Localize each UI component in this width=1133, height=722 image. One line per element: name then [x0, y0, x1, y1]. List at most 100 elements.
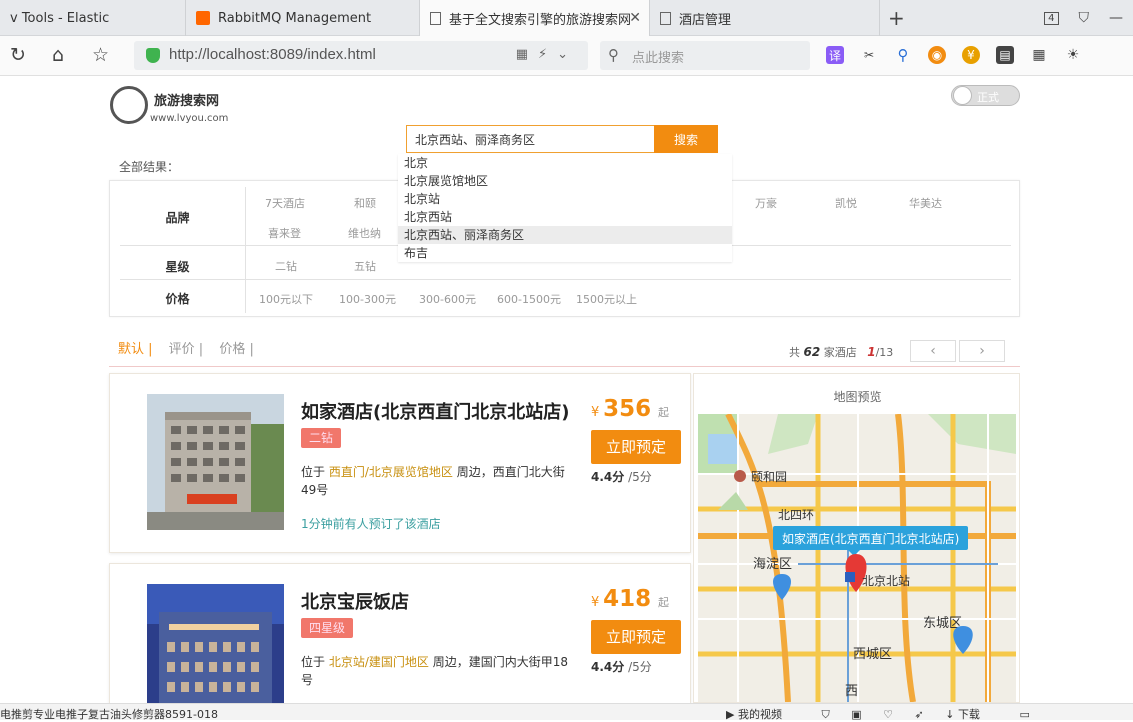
prev-page-button[interactable]: ‹ [910, 340, 956, 362]
window-icon[interactable]: ▭ [1019, 708, 1029, 721]
my-video-label: 我的视频 [737, 708, 782, 721]
new-tab-icon[interactable]: + [888, 6, 905, 30]
reload-icon[interactable]: ↻ [10, 44, 26, 66]
star-icon[interactable]: ☆ [92, 44, 109, 66]
tab-elastic[interactable]: v Tools - Elastic [0, 0, 186, 36]
star-option[interactable]: 二钻 [275, 258, 297, 274]
map-label-beijingbei: 北京北站 [862, 574, 910, 588]
hotel-name[interactable]: 北京宝辰饭店 [301, 588, 409, 614]
sort-default[interactable]: 默认 | [118, 342, 153, 357]
translate-icon[interactable]: 译 [826, 46, 844, 64]
star-badge: 二钻 [301, 428, 342, 448]
next-page-button[interactable]: › [959, 340, 1005, 362]
price-option[interactable]: 300-600元 [419, 291, 476, 307]
page-total: /13 [875, 346, 894, 359]
gamepad-icon[interactable]: ◉ [928, 46, 946, 64]
price-option[interactable]: 600-1500元 [497, 291, 561, 307]
hotel-search-input[interactable] [407, 126, 647, 152]
brand-option[interactable]: 和颐 [354, 195, 376, 211]
logo-mark-icon [110, 86, 148, 124]
suggestion-item[interactable]: 北京展览馆地区 [398, 172, 732, 190]
hotel-rating: 4.4分 /5分 [591, 468, 652, 485]
suggestion-item[interactable]: 北京西站 [398, 208, 732, 226]
brand-option[interactable]: 维也纳 [348, 225, 381, 241]
image-icon[interactable]: ▣ [851, 708, 861, 721]
hotel-name[interactable]: 如家酒店(北京西直门北京北站店) [301, 398, 569, 424]
rating-score: 4.4分 [591, 660, 625, 674]
price-option[interactable]: 100-300元 [339, 291, 396, 307]
brand-option[interactable]: 7天酒店 [265, 195, 305, 211]
hotel-photo[interactable] [147, 394, 284, 530]
total-prefix: 共 [789, 346, 800, 359]
toggle-knob [953, 86, 972, 105]
brand-option[interactable]: 凯悦 [835, 195, 857, 211]
price-option[interactable]: 100元以下 [259, 291, 313, 307]
browser-search-box[interactable]: ⚲ 点此搜索 [600, 41, 810, 70]
close-tab-icon[interactable]: ✕ [629, 10, 641, 26]
map-title: 地图预览 [833, 390, 882, 404]
page-icon [660, 11, 671, 25]
brand-option[interactable]: 万豪 [755, 195, 777, 211]
tab-count-icon[interactable]: 4 [1044, 11, 1059, 25]
coin-icon[interactable]: ¥ [962, 46, 980, 64]
hotel-photo[interactable] [147, 584, 284, 709]
recent-booking-note: 1分钟前有人预订了该酒店 [301, 517, 441, 531]
reader-icon[interactable]: ▤ [996, 46, 1014, 64]
brand-option[interactable]: 华美达 [909, 195, 942, 211]
url-text[interactable]: http://localhost:8089/index.html [169, 46, 376, 63]
tab-label: 酒店管理 [679, 12, 732, 28]
heart-icon[interactable]: ♡ [883, 708, 893, 721]
star-option[interactable]: 五钻 [354, 258, 376, 274]
filter-divider [245, 187, 246, 313]
sun-icon[interactable]: ☀ [1064, 46, 1082, 64]
address-bar-actions[interactable]: ▦⚡⌄ [516, 47, 578, 62]
hotel-price: ¥ 418 起 [591, 586, 669, 612]
site-domain: www.lvyou.com [150, 113, 229, 124]
hotel-area[interactable]: 北京站/建国门地区 [329, 655, 429, 669]
tab-hotel-admin[interactable]: 酒店管理 [650, 0, 880, 36]
map-view[interactable]: 颐和园 北四环 如家酒店(北京西直门北京北站店) 海淀区 北京北站 东城区 西城… [698, 414, 1016, 702]
tab-rabbitmq[interactable]: RabbitMQ Management [186, 0, 420, 36]
price-label: 价格 [165, 292, 190, 306]
star-badge: 四星级 [301, 618, 354, 638]
home-icon[interactable]: ⌂ [52, 44, 64, 66]
sort-price[interactable]: 价格 | [219, 342, 254, 357]
minimize-icon[interactable]: — [1109, 10, 1123, 26]
book-now-button[interactable]: 立即预定 [591, 620, 681, 654]
hotel-card[interactable]: 如家酒店(北京西直门北京北站店) 二钻 位于 西直门/北京展览馆地区 周边，西直… [109, 373, 691, 553]
site-name: 旅游搜索网 [154, 94, 220, 109]
apps-grid-icon[interactable]: ▦ [1030, 46, 1048, 64]
search-button[interactable]: 搜索 [654, 125, 718, 153]
shirt-icon[interactable]: ⛉ [1079, 10, 1090, 26]
price-option[interactable]: 1500元以上 [576, 291, 637, 307]
tab-label: RabbitMQ Management [218, 10, 372, 26]
tab-travel-search[interactable]: 基于全文搜索引擎的旅游搜索网 ✕ [420, 0, 650, 37]
download-button[interactable]: ↓ 下载 [945, 708, 998, 721]
suggestion-item[interactable]: 北京 [398, 154, 732, 172]
rocket-icon[interactable]: ➶ [915, 708, 924, 721]
search-placeholder: 点此搜索 [632, 51, 685, 66]
page-icon [430, 12, 441, 25]
book-now-button[interactable]: 立即预定 [591, 430, 681, 464]
extension-icons: 译 ✂ ⚲ ◉ ¥ ▤ ▦ ☀ [826, 46, 1098, 64]
scissors-icon[interactable]: ✂ [860, 46, 878, 64]
search-suggestions: 北京 北京展览馆地区 北京站 北京西站 北京西站、丽泽商务区 布吉 [398, 154, 732, 262]
map-label-haidian: 海淀区 [753, 557, 792, 572]
my-video-button[interactable]: ▶ 我的视频 [726, 708, 800, 721]
shield-icon[interactable]: ⛉ [821, 708, 829, 721]
map-popup-label: 如家酒店(北京西直门北京北站店) [782, 531, 959, 546]
sort-rating[interactable]: 评价 | [169, 342, 204, 357]
suggestion-item[interactable]: 布吉 [398, 244, 732, 262]
hotel-price: ¥ 356 起 [591, 396, 669, 422]
suggestion-item-highlighted[interactable]: 北京西站、丽泽商务区 [398, 226, 732, 244]
hotel-area[interactable]: 西直门/北京展览馆地区 [329, 465, 453, 479]
mode-toggle[interactable]: 正式 [951, 85, 1020, 106]
magnifier-icon[interactable]: ⚲ [894, 46, 912, 64]
suggestion-item[interactable]: 北京站 [398, 190, 732, 208]
map-label-yiheyuan: 颐和园 [751, 470, 787, 484]
hotel-address: 位于 北京站/建国门地区 周边，建国门内大街甲18号 [301, 653, 573, 689]
brand-option[interactable]: 喜来登 [268, 225, 301, 241]
address-bar[interactable]: http://localhost:8089/index.html ▦⚡⌄ [134, 41, 588, 70]
star-label: 星级 [165, 260, 190, 274]
hotel-card[interactable]: 北京宝辰饭店 四星级 位于 北京站/建国门地区 周边，建国门内大街甲18号 ¥ … [109, 563, 691, 709]
